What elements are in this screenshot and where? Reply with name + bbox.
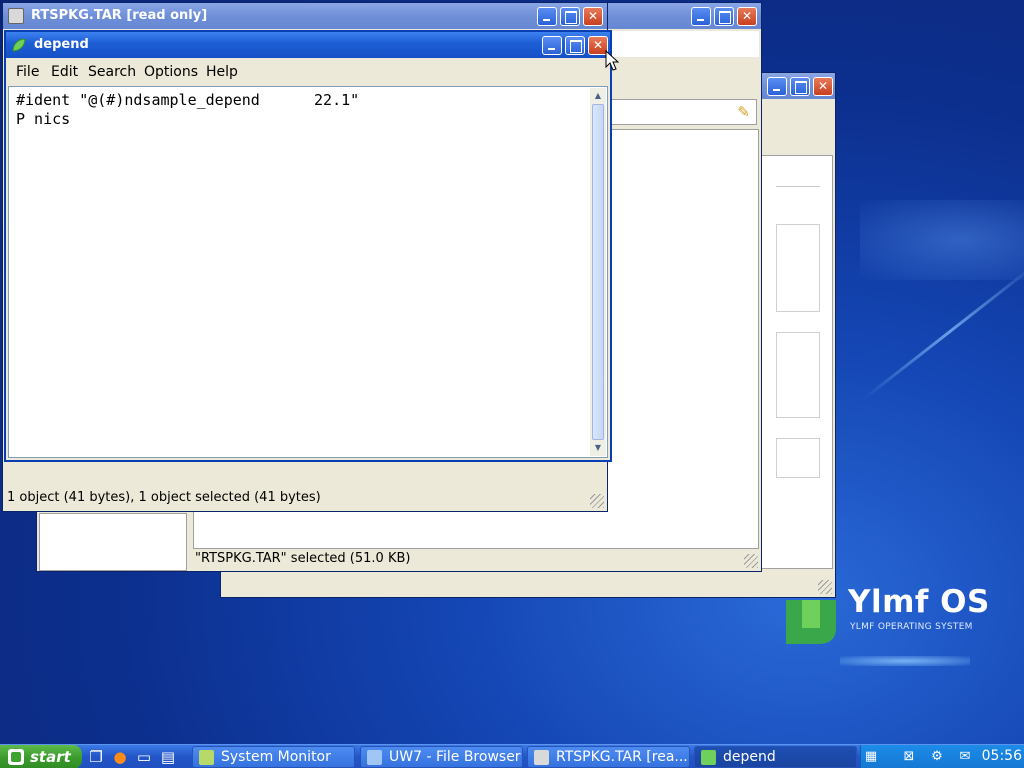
scroll-down-icon[interactable]: ▼ <box>592 442 604 454</box>
close-button[interactable]: ✕ <box>737 7 757 26</box>
close-icon: ✕ <box>741 9 753 23</box>
panel-box <box>776 438 820 478</box>
editor-title: depend <box>34 37 89 52</box>
task-label: RTSPKG.TAR [rea... <box>556 749 688 765</box>
menu-help[interactable]: Help <box>206 64 238 80</box>
network-icon[interactable]: ⊠ <box>901 749 917 765</box>
archive-status: 1 object (41 bytes), 1 object selected (… <box>7 490 321 505</box>
ylmf-logo-icon <box>786 600 836 644</box>
maximize-button[interactable] <box>714 7 734 26</box>
show-desktop-icon[interactable]: ❐ <box>86 747 106 767</box>
editor-window[interactable]: depend ✕ File Edit Search Options Help #… <box>4 30 612 462</box>
task-system-monitor[interactable]: System Monitor <box>192 746 355 768</box>
file-browser-icon <box>367 750 382 765</box>
editor-titlebar[interactable]: depend ✕ <box>6 32 610 58</box>
text-line: P nics <box>16 110 71 128</box>
wallpaper-glow <box>860 200 1024 280</box>
menu-edit[interactable]: Edit <box>51 64 78 80</box>
close-button[interactable]: ✕ <box>583 7 603 26</box>
task-label: depend <box>723 749 776 765</box>
scroll-thumb[interactable] <box>592 104 604 440</box>
maximize-button[interactable] <box>565 36 585 55</box>
text-line: #ident "@(#)ndsample_depend 22.1" <box>16 91 360 109</box>
settings-icon[interactable]: ⚙ <box>929 749 945 765</box>
clear-location-icon[interactable]: ✎ <box>737 103 750 121</box>
editor-menubar: File Edit Search Options Help <box>6 58 610 86</box>
panel-line <box>776 186 820 187</box>
file-browser-status: "RTSPKG.TAR" selected (51.0 KB) <box>195 551 411 566</box>
close-button[interactable]: ✕ <box>813 77 833 96</box>
firefox-icon[interactable]: ● <box>110 747 130 767</box>
task-label: UW7 - File Browser <box>389 749 521 765</box>
panel-box <box>776 332 820 418</box>
maximize-button[interactable] <box>790 77 810 96</box>
wallpaper-streak <box>862 262 1024 401</box>
task-archive[interactable]: RTSPKG.TAR [rea... <box>527 746 690 768</box>
resize-grip[interactable] <box>818 580 832 594</box>
task-label: System Monitor <box>221 749 331 765</box>
sidebar-pane <box>39 513 187 571</box>
taskbar: start ❐ ● ▭ ▤ System Monitor UW7 - File … <box>0 744 1024 768</box>
panel-box <box>776 224 820 312</box>
start-label: start <box>30 748 71 766</box>
minimize-button[interactable] <box>537 7 557 26</box>
clock: 05:56 <box>981 748 1022 764</box>
archive-titlebar[interactable]: RTSPKG.TAR [read only] ✕ <box>3 3 607 29</box>
workspace-icon[interactable]: ▦ <box>863 749 879 765</box>
brand-name: Ylmf OS <box>848 584 990 620</box>
maximize-button[interactable] <box>560 7 580 26</box>
menu-file[interactable]: File <box>16 64 39 80</box>
leaf-icon <box>701 750 716 765</box>
brand-tagline: YLMF OPERATING SYSTEM <box>850 622 973 632</box>
monitor-icon[interactable]: ▭ <box>134 747 154 767</box>
scroll-up-icon[interactable]: ▲ <box>592 90 604 102</box>
vertical-scrollbar[interactable]: ▲ ▼ <box>590 88 606 456</box>
system-tray: ▦ ⊠ ⚙ ✉ 05:56 <box>860 745 1024 768</box>
archive-icon <box>534 750 549 765</box>
task-file-browser[interactable]: UW7 - File Browser <box>360 746 523 768</box>
mouse-cursor-icon <box>605 50 619 71</box>
close-icon: ✕ <box>817 79 829 93</box>
system-monitor-icon <box>199 750 214 765</box>
leaf-app-icon <box>12 38 26 52</box>
menu-options[interactable]: Options <box>144 64 198 80</box>
start-logo-icon <box>8 749 24 765</box>
minimize-button[interactable] <box>767 77 787 96</box>
archive-app-icon <box>8 8 24 24</box>
brand-glow <box>840 656 970 666</box>
minimize-button[interactable] <box>691 7 711 26</box>
toolbar <box>607 31 759 57</box>
close-icon: ✕ <box>587 9 599 23</box>
task-editor[interactable]: depend <box>694 746 857 768</box>
resize-grip[interactable] <box>744 554 758 568</box>
archive-title: RTSPKG.TAR [read only] <box>31 8 208 23</box>
resize-grip[interactable] <box>590 494 604 508</box>
terminal-icon[interactable]: ▤ <box>158 747 178 767</box>
menu-search[interactable]: Search <box>88 64 136 80</box>
editor-content[interactable]: #ident "@(#)ndsample_depend 22.1" P nics <box>16 91 359 129</box>
minimize-button[interactable] <box>542 36 562 55</box>
start-button[interactable]: start <box>0 745 82 768</box>
mail-icon[interactable]: ✉ <box>957 749 973 765</box>
editor-text-area[interactable]: #ident "@(#)ndsample_depend 22.1" P nics … <box>8 86 608 458</box>
location-bar[interactable]: ✎ <box>609 99 757 125</box>
